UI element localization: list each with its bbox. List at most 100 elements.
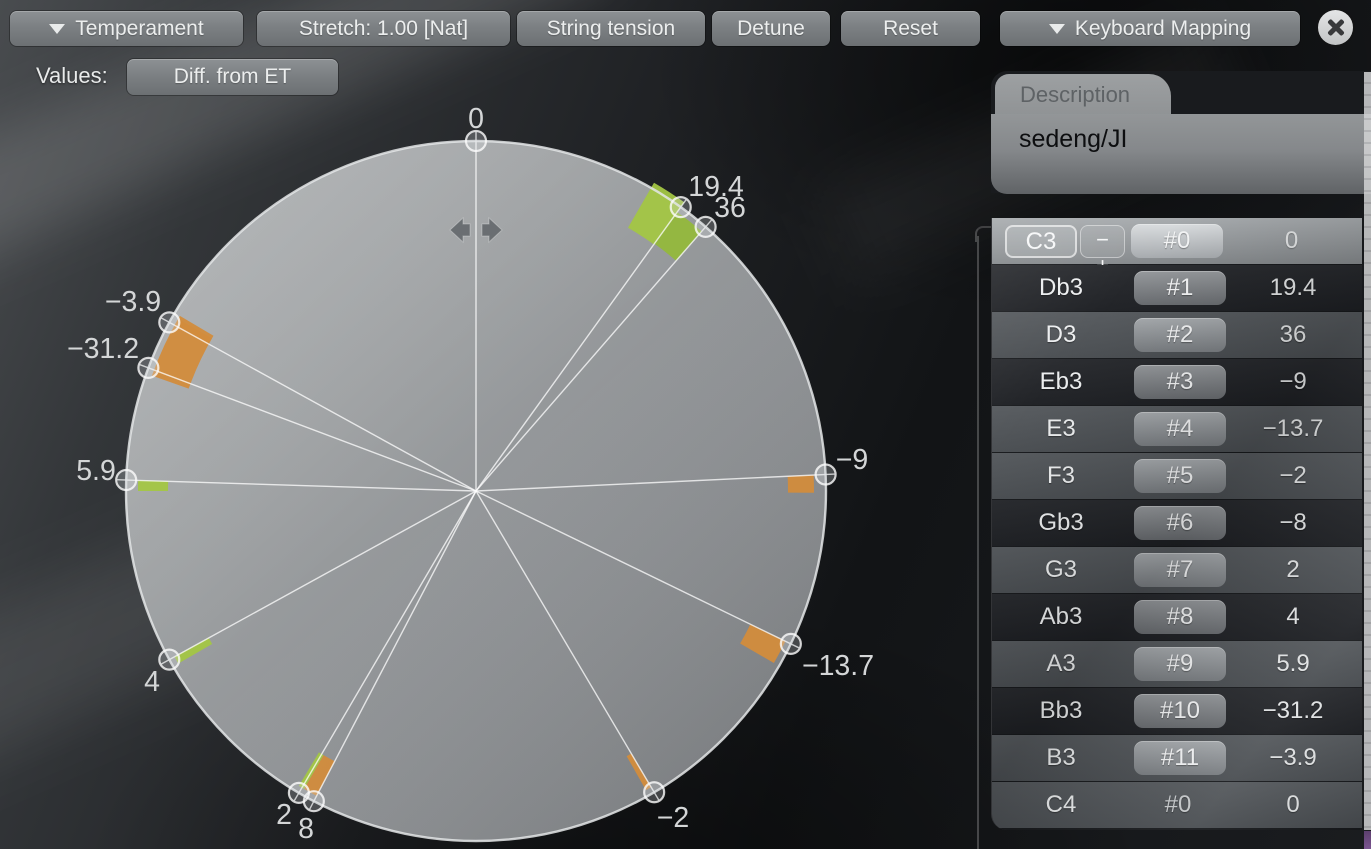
chevron-down-icon — [49, 24, 65, 34]
circle-value-label-A3: 5.9 — [76, 455, 116, 487]
deviation-value-Db3: 19.4 — [1226, 274, 1362, 302]
circle-value-label-Eb3: −9 — [836, 444, 869, 476]
values-mode-button[interactable]: Diff. from ET — [127, 59, 338, 95]
index-button-Gb3[interactable]: #6 — [1134, 506, 1226, 540]
keyboard-mapping-label: Keyboard Mapping — [1075, 17, 1251, 41]
keyboard-mapping-table: C3− +#00Db3#119.4D3#236Eb3#3−9E3#4−13.7F… — [991, 218, 1362, 830]
table-row-Db3[interactable]: Db3#119.4 — [992, 265, 1362, 311]
circle-value-label-G3: 2 — [276, 799, 292, 831]
right-edge-purple-sliver — [1364, 831, 1371, 849]
index-button-F3[interactable]: #5 — [1134, 459, 1226, 493]
deviation-value-Eb3: −9 — [1226, 368, 1362, 396]
note-handle-A3[interactable] — [116, 470, 136, 490]
deviation-value-B3: −3.9 — [1226, 744, 1362, 772]
string-tension-button[interactable]: String tension — [517, 11, 705, 46]
deviation-value-Ab3: 4 — [1226, 603, 1362, 631]
note-handle-Ab3[interactable] — [159, 650, 179, 670]
table-row-Gb3[interactable]: Gb3#6−8 — [992, 500, 1362, 546]
note-label-Db3: Db3 — [992, 274, 1130, 302]
temperament-button[interactable]: Temperament — [10, 11, 243, 46]
deviation-wedge-Eb3 — [788, 475, 814, 493]
table-row-B3[interactable]: B3#11−3.9 — [992, 735, 1362, 781]
chevron-down-icon — [1049, 24, 1065, 34]
circle-value-label-E3: −13.7 — [802, 650, 874, 682]
detune-button[interactable]: Detune — [712, 11, 830, 46]
table-row-D3[interactable]: D3#236 — [992, 312, 1362, 358]
deviation-value-G3: 2 — [1226, 556, 1362, 584]
tuning-circle-svg: 019.436−9−13.7−28245.9−31.2−3.9 — [0, 0, 990, 849]
note-label-C4: C4 — [992, 791, 1130, 819]
index-button-B3[interactable]: #11 — [1134, 741, 1226, 775]
note-label-Bb3: Bb3 — [992, 697, 1130, 725]
temperament-label: Temperament — [75, 17, 203, 41]
minus-plus-button[interactable]: − + — [1080, 225, 1125, 258]
deviation-value-C3: 0 — [1223, 227, 1362, 255]
index-button-Bb3[interactable]: #10 — [1134, 694, 1226, 728]
detune-label: Detune — [737, 17, 805, 41]
stretch-button[interactable]: Stretch: 1.00 [Nat] — [257, 11, 510, 46]
circle-value-label-D3: 36 — [714, 192, 746, 224]
description-text[interactable]: sedeng/JI — [991, 114, 1371, 194]
circle-value-label-Bb3: −31.2 — [67, 333, 139, 365]
table-row-E3[interactable]: E3#4−13.7 — [992, 406, 1362, 452]
deviation-value-F3: −2 — [1226, 462, 1362, 490]
stretch-label: Stretch: 1.00 [Nat] — [299, 17, 468, 41]
note-label-F3: F3 — [992, 462, 1130, 490]
reset-button[interactable]: Reset — [841, 11, 980, 46]
table-row-G3[interactable]: G3#72 — [992, 547, 1362, 593]
note-label-G3: G3 — [992, 556, 1130, 584]
note-label-Gb3: Gb3 — [992, 509, 1130, 537]
deviation-value-A3: 5.9 — [1226, 650, 1362, 678]
table-row-C3[interactable]: C3− +#00 — [992, 218, 1362, 264]
index-button-A3[interactable]: #9 — [1134, 647, 1226, 681]
index-button-C3[interactable]: #0 — [1131, 224, 1223, 258]
values-mode-label: Diff. from ET — [174, 65, 291, 89]
table-row-F3[interactable]: F3#5−2 — [992, 453, 1362, 499]
deviation-value-D3: 36 — [1226, 321, 1362, 349]
index-button-D3[interactable]: #2 — [1134, 318, 1226, 352]
table-row-A3[interactable]: A3#95.9 — [992, 641, 1362, 687]
circle-value-label-Gb3: 8 — [298, 813, 314, 845]
index-button-G3[interactable]: #7 — [1134, 553, 1226, 587]
table-row-C4[interactable]: C4#00 — [992, 782, 1362, 828]
index-button-Db3[interactable]: #1 — [1134, 271, 1226, 305]
note-handle-E3[interactable] — [781, 634, 801, 654]
circle-value-label-Ab3: 4 — [144, 666, 160, 698]
deviation-value-C4: 0 — [1226, 791, 1362, 819]
index-button-Eb3[interactable]: #3 — [1134, 365, 1226, 399]
note-label-E3: E3 — [992, 415, 1130, 443]
note-button-C3[interactable]: C3 — [1005, 225, 1077, 258]
note-handle-Eb3[interactable] — [816, 465, 836, 485]
table-row-Eb3[interactable]: Eb3#3−9 — [992, 359, 1362, 405]
circle-value-label-F3: −2 — [657, 802, 690, 834]
reset-label: Reset — [883, 17, 938, 41]
index-label-C4: #0 — [1130, 791, 1226, 819]
note-handle-B3[interactable] — [159, 312, 179, 332]
note-label-Ab3: Ab3 — [992, 603, 1130, 631]
circle-value-label-B3: −3.9 — [105, 286, 161, 318]
note-handle-F3[interactable] — [644, 782, 664, 802]
description-tab: Description — [995, 74, 1171, 115]
keyboard-mapping-button[interactable]: Keyboard Mapping — [1000, 11, 1300, 46]
note-handle-D3[interactable] — [696, 217, 716, 237]
deviation-value-Gb3: −8 — [1226, 509, 1362, 537]
values-label: Values: — [36, 63, 108, 89]
deviation-value-Bb3: −31.2 — [1226, 697, 1362, 725]
table-row-Ab3[interactable]: Ab3#84 — [992, 594, 1362, 640]
note-label-D3: D3 — [992, 321, 1130, 349]
description-panel: Description sedeng/JI — [991, 71, 1371, 193]
panel-edge-line — [977, 236, 979, 849]
note-label-B3: B3 — [992, 744, 1130, 772]
note-handle-Bb3[interactable] — [138, 358, 158, 378]
close-button[interactable] — [1318, 10, 1353, 45]
deviation-wedge-A3 — [138, 480, 168, 491]
table-row-Bb3[interactable]: Bb3#10−31.2 — [992, 688, 1362, 734]
right-edge-panel-sliver — [1364, 72, 1371, 830]
deviation-value-E3: −13.7 — [1226, 415, 1362, 443]
index-button-Ab3[interactable]: #8 — [1134, 600, 1226, 634]
circle-value-label-C3: 0 — [468, 103, 484, 135]
index-button-E3[interactable]: #4 — [1134, 412, 1226, 446]
string-tension-label: String tension — [547, 17, 675, 41]
note-label-Eb3: Eb3 — [992, 368, 1130, 396]
note-label-A3: A3 — [992, 650, 1130, 678]
